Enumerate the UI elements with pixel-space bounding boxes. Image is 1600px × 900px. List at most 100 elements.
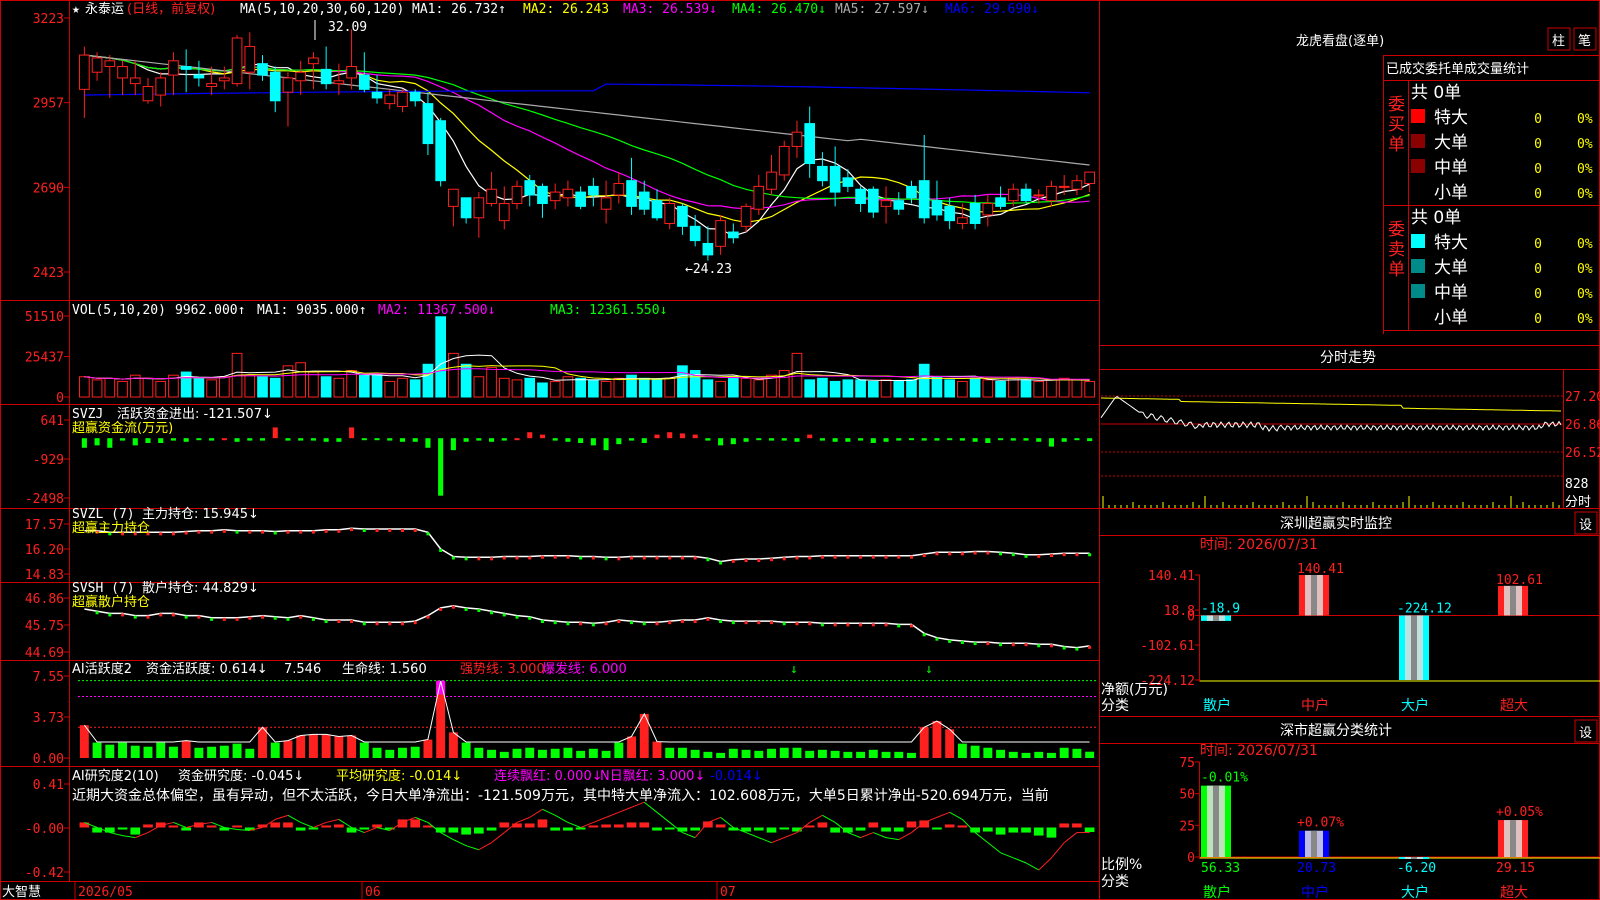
price-candle bbox=[269, 71, 281, 102]
order-row-value: 0 bbox=[1534, 112, 1542, 127]
stock-chart[interactable]: ★ 永泰运 (日线，前复权) MA(5,10,20,30,60,120) MA1… bbox=[0, 0, 1600, 900]
ai-activity-bar bbox=[258, 727, 267, 758]
price-candle bbox=[193, 74, 205, 79]
ai-research-line bbox=[593, 816, 607, 823]
svzj-bar bbox=[412, 438, 418, 442]
svsh-marker bbox=[846, 623, 850, 627]
order-row-label: 特大 bbox=[1434, 108, 1468, 128]
svzj-bar bbox=[94, 438, 100, 446]
ai-activity-bar bbox=[538, 749, 547, 758]
sz_monitor-bar-core bbox=[1510, 585, 1516, 616]
svsh-marker bbox=[528, 616, 532, 620]
sz_monitor-category: 超大 bbox=[1500, 698, 1528, 714]
price-candle bbox=[880, 200, 892, 207]
sz_class-category: 散户 bbox=[1203, 884, 1231, 900]
svzj-bar bbox=[756, 438, 762, 441]
ai-activity-bar bbox=[677, 747, 687, 758]
ai-research-bar bbox=[206, 825, 217, 828]
svsh-marker bbox=[146, 615, 150, 619]
price-candle bbox=[320, 68, 332, 85]
volume-bar bbox=[269, 377, 281, 398]
order-color-swatch bbox=[1411, 234, 1425, 248]
svzl-marker bbox=[553, 555, 557, 559]
ma-legend-item: MA1: 26.732↑ bbox=[412, 2, 506, 17]
svsh-marker bbox=[973, 642, 977, 646]
ai-research-bar bbox=[970, 827, 980, 833]
price-ytick: 3223 bbox=[33, 12, 64, 27]
ai-activity-bar bbox=[130, 745, 140, 758]
ai-research-bar bbox=[283, 822, 293, 828]
svsh-marker bbox=[1024, 643, 1028, 647]
svzj-bar bbox=[527, 432, 533, 439]
ai-activity-bar bbox=[1072, 748, 1082, 758]
ai-activity-bar bbox=[703, 751, 713, 758]
ai-activity-bar bbox=[181, 740, 191, 758]
svzj-bar bbox=[794, 438, 800, 442]
ai-research-bar bbox=[575, 827, 586, 830]
sz_monitor-cat-label: 分类 bbox=[1101, 698, 1129, 714]
sz_class-unit-label: 比例% bbox=[1101, 857, 1142, 873]
volume-bar bbox=[142, 377, 154, 398]
class-settings-label: 设 bbox=[1579, 726, 1592, 741]
svsh-marker bbox=[426, 615, 430, 619]
svzj-bar bbox=[603, 438, 609, 451]
ai-research-bar bbox=[1072, 823, 1082, 828]
svzj-bar bbox=[858, 438, 864, 441]
price-candle bbox=[677, 205, 688, 227]
ai-activity-bar bbox=[1047, 752, 1056, 758]
svsh-marker bbox=[350, 620, 354, 624]
ai-activity-bar bbox=[410, 746, 420, 758]
order-side-label: 委 bbox=[1388, 95, 1405, 115]
volume-bar bbox=[804, 379, 816, 398]
ai-activity-bar bbox=[207, 746, 217, 758]
svzj-bar bbox=[285, 438, 291, 441]
ai-research-line bbox=[949, 811, 963, 820]
sz_monitor-category: 中户 bbox=[1301, 697, 1329, 714]
price-candle bbox=[409, 91, 421, 102]
price-candle bbox=[1084, 171, 1095, 185]
svsh-marker bbox=[477, 609, 481, 613]
svsh-marker bbox=[248, 616, 252, 620]
volume-bar bbox=[498, 377, 510, 398]
svzj-bar bbox=[934, 438, 940, 441]
price-candle bbox=[664, 203, 676, 224]
svzj-ytick: -929 bbox=[33, 453, 64, 468]
ai-activity-ytick: 0.00 bbox=[33, 752, 64, 767]
volume-bar bbox=[549, 380, 561, 398]
price-candle bbox=[842, 177, 854, 187]
sz_class-ytick: 25 bbox=[1179, 819, 1195, 834]
volume-bar bbox=[791, 352, 803, 398]
price-candle bbox=[702, 242, 714, 256]
svzl-marker bbox=[388, 529, 392, 532]
svzj-bar bbox=[781, 438, 787, 441]
volume-bar bbox=[1071, 379, 1083, 398]
price-candle bbox=[791, 131, 803, 147]
svsh-ytick: 44.69 bbox=[25, 646, 64, 661]
volume-bar bbox=[677, 365, 688, 398]
volume-bar bbox=[944, 379, 955, 398]
order-side-label: 单 bbox=[1388, 135, 1405, 155]
ai-research-bar bbox=[321, 825, 331, 828]
sz_class-bar-core bbox=[1411, 857, 1417, 859]
svzl-marker bbox=[375, 529, 379, 532]
order-row-value: 0 bbox=[1534, 287, 1542, 302]
price-candle bbox=[588, 185, 599, 196]
svzj-bar bbox=[705, 438, 711, 441]
svzj-bar bbox=[628, 438, 635, 441]
ai-research-line bbox=[1025, 862, 1039, 871]
volume-bar bbox=[753, 379, 765, 398]
ai-research-line bbox=[822, 814, 836, 823]
price-candle bbox=[740, 205, 752, 227]
ai-research-line bbox=[1063, 832, 1078, 844]
svzl-marker bbox=[871, 555, 875, 559]
ai-activity-bar bbox=[690, 749, 700, 758]
svzj-bar bbox=[998, 438, 1004, 441]
sz_class-top-label: -0.01% bbox=[1201, 771, 1248, 786]
svzj-bar bbox=[870, 438, 876, 443]
ai-research-bar bbox=[295, 827, 306, 831]
ai-research-bar bbox=[1046, 827, 1057, 838]
svzl-marker bbox=[1024, 554, 1028, 558]
svzj-bar bbox=[832, 438, 838, 442]
svzl-marker bbox=[502, 556, 506, 560]
svzj-bar bbox=[501, 438, 507, 441]
